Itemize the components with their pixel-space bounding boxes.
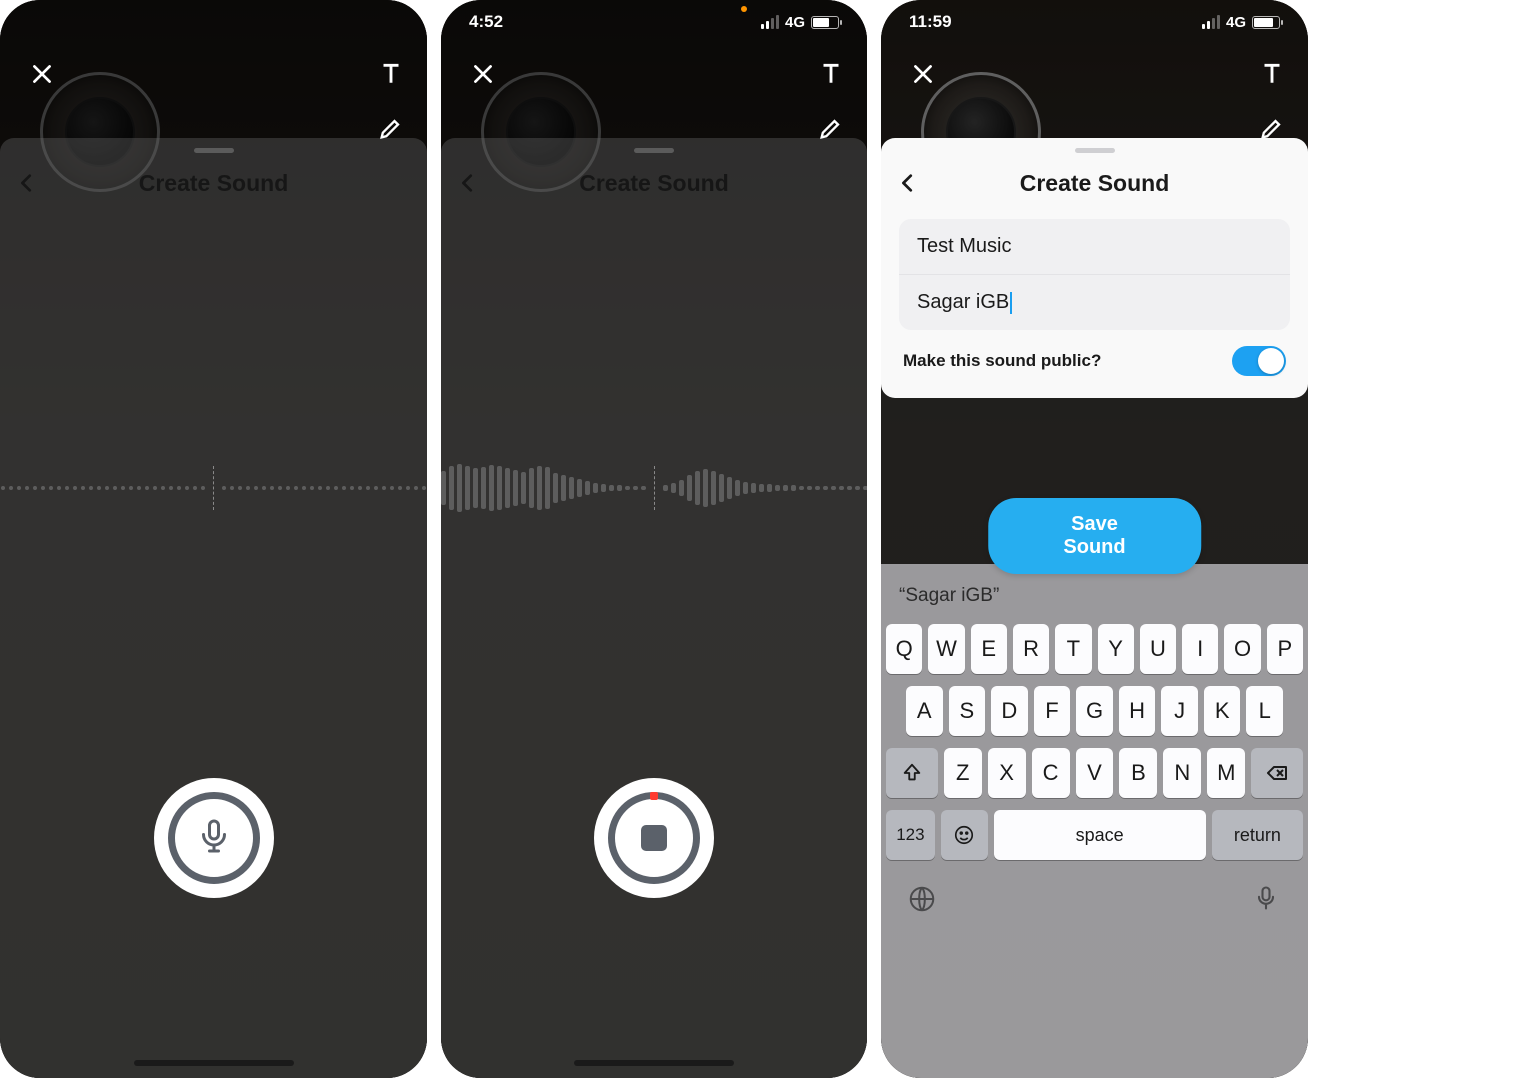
key-o[interactable]: O	[1224, 624, 1260, 674]
key-r[interactable]: R	[1013, 624, 1049, 674]
battery-icon	[811, 16, 839, 29]
status-time: 4:52	[469, 12, 503, 32]
key-m[interactable]: M	[1207, 748, 1245, 798]
key-b[interactable]: B	[1119, 748, 1157, 798]
sound-details-card: Test Music Sagar iGB	[899, 219, 1290, 330]
sheet-title: Create Sound	[1020, 170, 1170, 197]
home-indicator[interactable]	[574, 1060, 734, 1066]
stop-button[interactable]	[594, 778, 714, 898]
key-u[interactable]: U	[1140, 624, 1176, 674]
author-name-value: Sagar iGB	[917, 291, 1009, 313]
text-tool-icon[interactable]	[373, 56, 409, 92]
create-sound-sheet: Create Sound	[441, 138, 867, 1078]
key-c[interactable]: C	[1032, 748, 1070, 798]
key-f[interactable]: F	[1034, 686, 1071, 736]
back-button[interactable]	[457, 169, 479, 201]
microphone-icon	[196, 818, 232, 859]
key-a[interactable]: A	[906, 686, 943, 736]
status-bar: 4:52 4G	[441, 0, 867, 44]
waveform-empty	[0, 458, 427, 518]
recording-indicator-dot	[741, 6, 747, 12]
draw-tool-icon[interactable]	[373, 110, 409, 146]
emoji-key[interactable]	[941, 810, 988, 860]
create-sound-sheet: Create Sound Test Music Sagar iGB Make t…	[881, 138, 1308, 398]
close-icon[interactable]	[905, 56, 941, 92]
battery-icon	[1252, 16, 1280, 29]
autocorrect-suggestion[interactable]: “Sagar iGB”	[899, 585, 1029, 607]
key-l[interactable]: L	[1246, 686, 1283, 736]
key-p[interactable]: P	[1267, 624, 1303, 674]
close-icon[interactable]	[24, 56, 60, 92]
author-name-input[interactable]: Sagar iGB	[899, 275, 1290, 330]
signal-icon	[761, 15, 779, 29]
sheet-title: Create Sound	[579, 170, 729, 197]
sound-name-value: Test Music	[917, 235, 1011, 257]
public-toggle-label: Make this sound public?	[903, 351, 1101, 371]
key-s[interactable]: S	[949, 686, 986, 736]
public-toggle[interactable]	[1232, 346, 1286, 376]
dictation-mic-icon[interactable]	[1252, 884, 1282, 914]
back-button[interactable]	[16, 169, 38, 201]
network-label: 4G	[1226, 14, 1246, 31]
recording-progress-tick	[650, 792, 658, 800]
close-icon[interactable]	[465, 56, 501, 92]
return-key[interactable]: return	[1212, 810, 1303, 860]
record-button[interactable]	[154, 778, 274, 898]
key-x[interactable]: X	[988, 748, 1026, 798]
text-tool-icon[interactable]	[813, 56, 849, 92]
numbers-key[interactable]: 123	[886, 810, 935, 860]
key-j[interactable]: J	[1161, 686, 1198, 736]
key-v[interactable]: V	[1076, 748, 1114, 798]
key-e[interactable]: E	[971, 624, 1007, 674]
signal-icon	[1202, 15, 1220, 29]
home-indicator[interactable]	[134, 1060, 294, 1066]
status-time: 11:59	[909, 12, 952, 32]
key-y[interactable]: Y	[1098, 624, 1134, 674]
key-k[interactable]: K	[1204, 686, 1241, 736]
network-label: 4G	[785, 14, 805, 31]
save-sound-button[interactable]: Save Sound	[988, 498, 1202, 574]
key-w[interactable]: W	[928, 624, 964, 674]
key-q[interactable]: Q	[886, 624, 922, 674]
shift-key[interactable]	[886, 748, 938, 798]
waveform-recorded	[441, 458, 867, 518]
keyboard: “Sagar iGB” QWERTYUIOP ASDFGHJKL ZXCVBNM…	[881, 564, 1308, 1078]
sound-name-input[interactable]: Test Music	[899, 219, 1290, 275]
back-button[interactable]	[897, 169, 919, 201]
key-h[interactable]: H	[1119, 686, 1156, 736]
key-i[interactable]: I	[1182, 624, 1218, 674]
sheet-grabber[interactable]	[1075, 148, 1115, 153]
key-g[interactable]: G	[1076, 686, 1113, 736]
key-d[interactable]: D	[991, 686, 1028, 736]
stop-icon	[641, 825, 667, 851]
key-z[interactable]: Z	[944, 748, 982, 798]
text-cursor	[1010, 292, 1012, 314]
space-key[interactable]: space	[994, 810, 1206, 860]
key-n[interactable]: N	[1163, 748, 1201, 798]
globe-icon[interactable]	[907, 884, 937, 914]
create-sound-sheet: Create Sound	[0, 138, 427, 1078]
delete-key[interactable]	[1251, 748, 1303, 798]
sheet-grabber[interactable]	[194, 148, 234, 153]
key-t[interactable]: T	[1055, 624, 1091, 674]
text-tool-icon[interactable]	[1254, 56, 1290, 92]
autocorrect-bar: “Sagar iGB”	[881, 572, 1308, 620]
sheet-title: Create Sound	[139, 170, 289, 197]
sheet-grabber[interactable]	[634, 148, 674, 153]
draw-tool-icon[interactable]	[813, 110, 849, 146]
status-bar: 11:59 4G	[881, 0, 1308, 44]
